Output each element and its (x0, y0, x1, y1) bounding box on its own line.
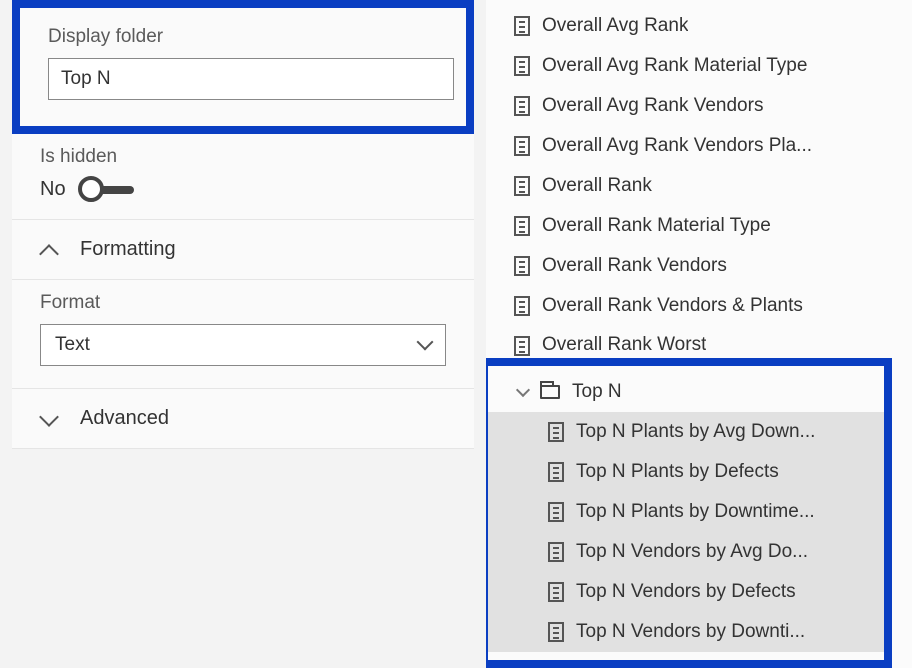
measure-icon (514, 296, 530, 316)
format-label: Format (40, 292, 446, 314)
measure-item[interactable]: Overall Rank Vendors (514, 246, 912, 286)
measure-icon (548, 422, 564, 442)
measure-label: Overall Avg Rank Vendors Pla... (542, 135, 812, 157)
topn-folder-group: Top N Top N Plants by Avg Down... Top N … (486, 358, 892, 668)
format-select[interactable]: Text (40, 324, 446, 366)
chevron-down-icon (417, 338, 431, 352)
folder-name: Top N (572, 381, 622, 403)
measure-label: Overall Rank (542, 175, 652, 197)
measure-label: Top N Plants by Defects (576, 461, 779, 483)
measure-label: Overall Avg Rank Material Type (542, 55, 807, 77)
measure-label: Overall Rank Vendors & Plants (542, 295, 803, 317)
format-selected-value: Text (55, 334, 90, 356)
measure-item[interactable]: Top N Plants by Defects (488, 452, 884, 492)
measure-item[interactable]: Overall Avg Rank (514, 6, 912, 46)
measure-item[interactable]: Top N Vendors by Avg Do... (488, 532, 884, 572)
measure-item[interactable]: Top N Plants by Avg Down... (488, 412, 884, 452)
measure-label: Overall Avg Rank (542, 15, 688, 37)
measure-label: Overall Rank Vendors (542, 255, 727, 277)
chevron-up-icon (40, 241, 58, 259)
advanced-header: Advanced (80, 407, 169, 430)
measure-item[interactable]: Overall Avg Rank Vendors (514, 86, 912, 126)
is-hidden-toggle[interactable] (80, 186, 134, 194)
measure-label: Downtime Minutes (542, 0, 698, 1)
properties-pane: Display folder Is hidden No Formatting F… (0, 0, 486, 668)
measure-icon (514, 56, 530, 76)
measure-icon (514, 256, 530, 276)
measure-item[interactable]: Overall Avg Rank Vendors Pla... (514, 126, 912, 166)
measure-icon (514, 176, 530, 196)
measure-icon (514, 336, 530, 356)
fields-pane: Downtime Minutes Overall Avg Rank Overal… (486, 0, 912, 668)
measure-label: Top N Vendors by Avg Do... (576, 541, 808, 563)
measure-item[interactable]: Overall Rank Vendors & Plants (514, 286, 912, 326)
display-folder-section: Display folder (12, 0, 474, 134)
measure-label: Top N Plants by Avg Down... (576, 421, 815, 443)
measure-item[interactable]: Top N Vendors by Defects (488, 572, 884, 612)
measure-label: Overall Rank Worst (542, 334, 706, 356)
measure-label: Overall Rank Material Type (542, 215, 771, 237)
measure-label: Overall Avg Rank Vendors (542, 95, 763, 117)
measure-icon (514, 136, 530, 156)
measure-item[interactable]: Overall Rank Material Type (514, 206, 912, 246)
format-section: Format Text (12, 280, 474, 389)
chevron-down-icon (40, 410, 58, 428)
is-hidden-section: Is hidden No (12, 134, 474, 220)
chevron-down-icon (518, 387, 528, 397)
is-hidden-value: No (40, 178, 66, 201)
folder-icon (540, 385, 560, 399)
measure-item[interactable]: Top N Vendors by Downti... (488, 612, 884, 652)
display-folder-label: Display folder (48, 26, 438, 48)
measure-icon (548, 462, 564, 482)
measure-label: Top N Vendors by Defects (576, 581, 796, 603)
folder-row[interactable]: Top N (488, 372, 884, 412)
measure-item[interactable]: Overall Avg Rank Material Type (514, 46, 912, 86)
measure-icon (514, 216, 530, 236)
measure-icon (548, 622, 564, 642)
formatting-header: Formatting (80, 238, 176, 261)
is-hidden-label: Is hidden (40, 146, 446, 168)
measure-icon (514, 96, 530, 116)
measure-icon (514, 16, 530, 36)
measure-label: Top N Vendors by Downti... (576, 621, 805, 643)
measure-icon (548, 542, 564, 562)
measure-item[interactable]: Overall Rank (514, 166, 912, 206)
measure-item[interactable]: Top N Plants by Downtime... (488, 492, 884, 532)
measure-item[interactable]: Overall Rank Worst (514, 326, 912, 356)
formatting-header-row[interactable]: Formatting (12, 220, 474, 280)
measure-label: Top N Plants by Downtime... (576, 501, 815, 523)
measure-icon (548, 582, 564, 602)
fields-list: Downtime Minutes Overall Avg Rank Overal… (486, 0, 912, 356)
advanced-header-row[interactable]: Advanced (12, 389, 474, 449)
display-folder-input[interactable] (48, 58, 454, 100)
measure-icon (548, 502, 564, 522)
